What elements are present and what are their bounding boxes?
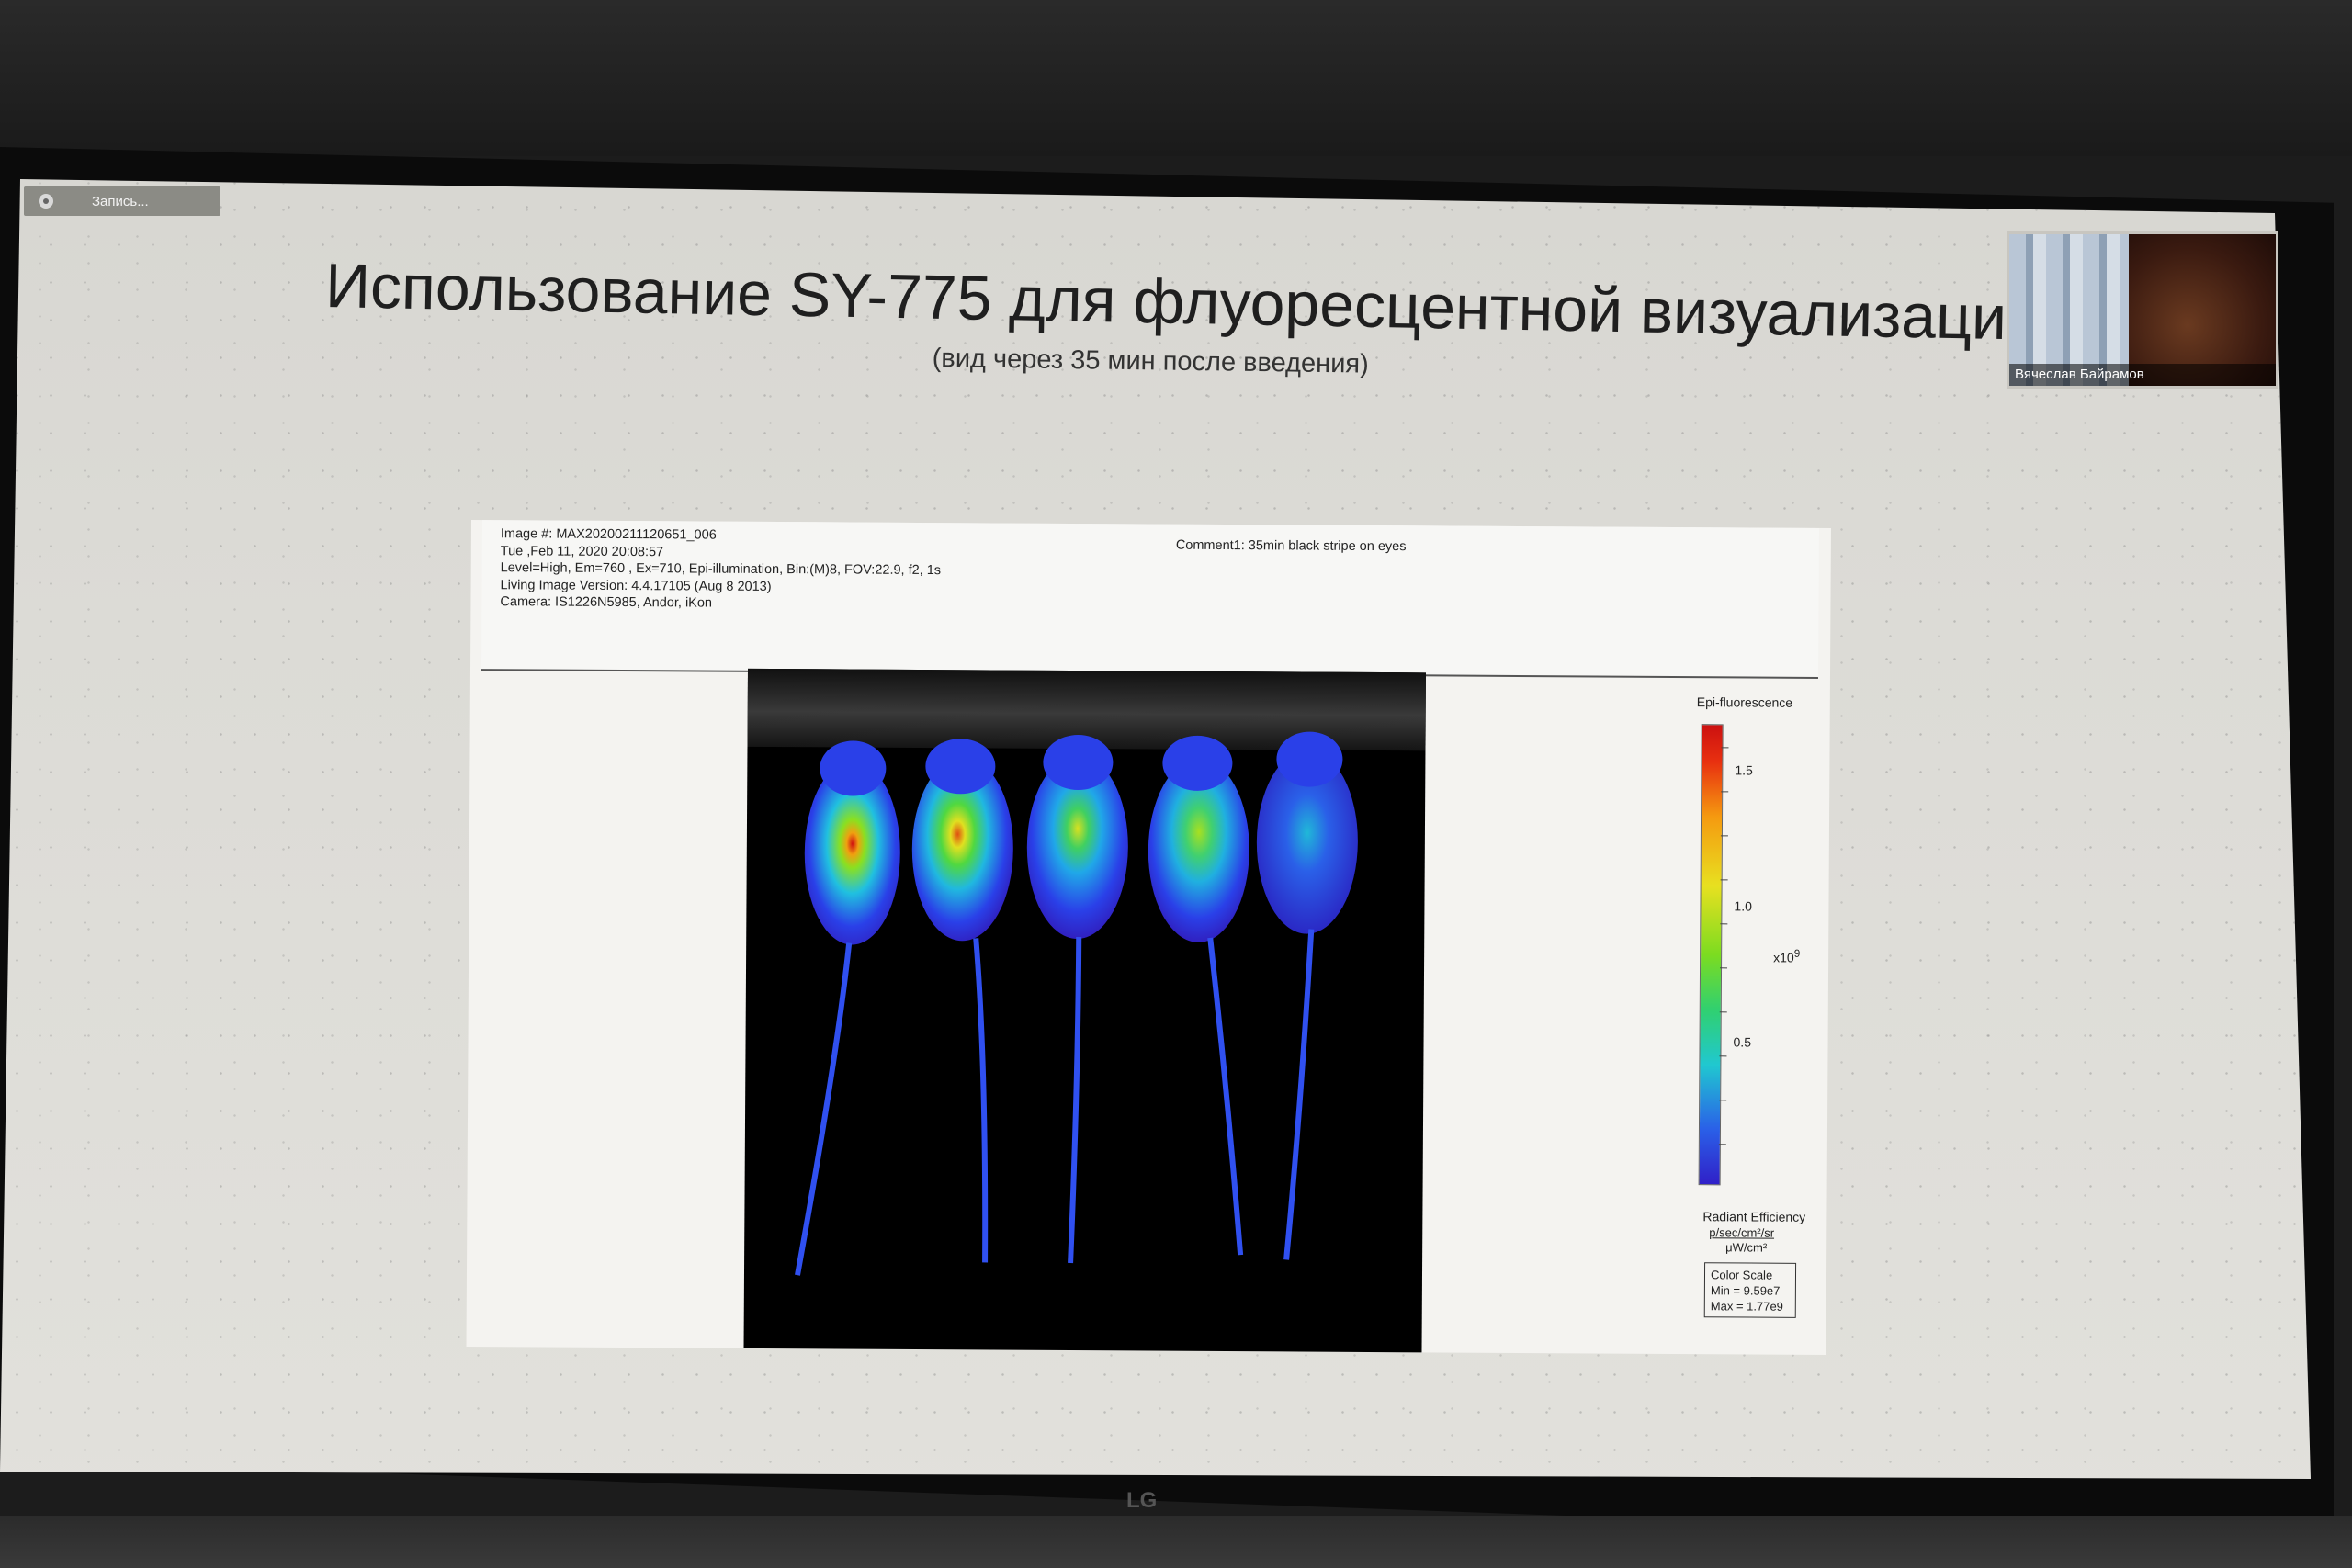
scale-min: Min = 9.59e7 xyxy=(1710,1283,1781,1298)
record-icon xyxy=(39,194,53,209)
tick-label-0-5: 0.5 xyxy=(1733,1034,1752,1050)
exponent-base: x10 xyxy=(1773,950,1794,965)
image-comment: Comment1: 35min black stripe on eyes xyxy=(1175,537,1407,555)
units-numerator: p/sec/cm²/sr xyxy=(1709,1225,1775,1240)
fluorescence-image xyxy=(743,668,1427,1353)
units-denominator: μW/cm² xyxy=(1725,1240,1768,1255)
mouse-4 xyxy=(1148,735,1250,1256)
ivis-image-panel: Image #: MAX20200211120651_006 Tue ,Feb … xyxy=(466,520,1831,1356)
units-label: Radiant Efficiency xyxy=(1702,1209,1806,1224)
mouse-3 xyxy=(1026,735,1128,1264)
tick xyxy=(1720,835,1728,837)
mouse-1 xyxy=(795,740,900,1276)
tick xyxy=(1721,747,1729,749)
tick xyxy=(1720,967,1728,969)
recording-label: Запись... xyxy=(92,193,149,209)
image-metadata: Image #: MAX20200211120651_006 Tue ,Feb … xyxy=(500,525,941,613)
tick xyxy=(1720,923,1728,925)
legend-title: Epi-fluorescence xyxy=(1696,694,1793,710)
room-background-top xyxy=(0,0,2352,156)
slide-subtitle: (вид через 35 мин после введения) xyxy=(932,344,1369,379)
scale-exponent: x109 xyxy=(1773,948,1800,965)
meta-image-number: Image #: MAX20200211120651_006 xyxy=(500,526,717,543)
mouse-5 xyxy=(1256,731,1358,1260)
tick-label-1-0: 1.0 xyxy=(1734,898,1752,914)
tick-label-1-5: 1.5 xyxy=(1735,762,1753,778)
scale-max: Max = 1.77e9 xyxy=(1710,1299,1783,1314)
participant-name: Вячеслав Байрамов xyxy=(2009,364,2276,386)
recording-badge[interactable]: Запись... xyxy=(24,186,220,216)
meta-camera: Camera: IS1226N5985, Andor, iKon xyxy=(500,594,713,611)
scale-title: Color Scale xyxy=(1710,1268,1773,1282)
tick xyxy=(1718,1144,1726,1145)
color-scale-box: Color Scale Min = 9.59e7 Max = 1.77e9 xyxy=(1703,1262,1797,1318)
tick xyxy=(1721,791,1729,793)
room-background-bottom xyxy=(0,1516,2352,1568)
image-header: Image #: MAX20200211120651_006 Tue ,Feb … xyxy=(481,520,1819,679)
exponent-power: 9 xyxy=(1793,947,1801,960)
mice-fluorescence-svg xyxy=(795,731,1358,1276)
tick xyxy=(1719,1055,1727,1057)
monitor-brand-logo: LG xyxy=(1126,1488,1158,1513)
mouse-2 xyxy=(911,739,1013,1263)
tick xyxy=(1719,1011,1727,1013)
tick xyxy=(1720,879,1728,881)
meta-settings: Level=High, Em=760 , Ex=710, Epi-illumin… xyxy=(500,560,942,579)
participant-video-tile[interactable]: Вячеслав Байрамов xyxy=(2007,231,2278,389)
